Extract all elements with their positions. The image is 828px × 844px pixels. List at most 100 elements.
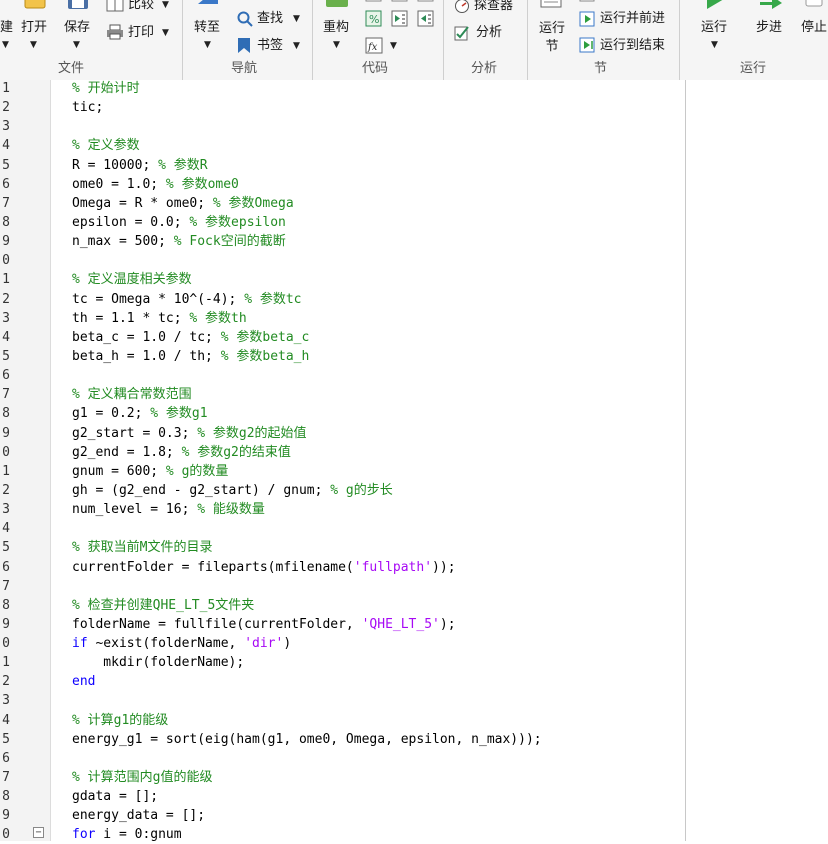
code-line[interactable]: tic; — [72, 98, 103, 117]
save-button[interactable]: 保存 — [64, 20, 90, 36]
code-line[interactable]: num_level = 16; % 能级数量 — [72, 500, 265, 519]
code-token: i = 0:gnum — [95, 827, 182, 843]
run-section-button[interactable]: 运行节 — [537, 20, 567, 56]
step-button[interactable]: 步进 — [756, 20, 782, 36]
line-number: 2 — [2, 100, 10, 116]
new-dropdown-caret[interactable]: ▼ — [2, 40, 9, 50]
run-and-advance-button[interactable]: 运行并前进 — [600, 11, 665, 27]
run-button[interactable]: 运行 — [701, 20, 727, 36]
code-line[interactable]: end — [72, 672, 95, 691]
code-line[interactable]: th = 1.1 * tc; % 参数th — [72, 309, 247, 328]
open-dropdown-caret[interactable]: ▼ — [30, 40, 37, 50]
compare-dropdown-caret[interactable]: ▼ — [162, 0, 169, 10]
line-number: 9 — [2, 808, 10, 824]
code-line[interactable]: gh = (g2_end - g2_start) / gnum; % g的步长 — [72, 481, 393, 500]
new-button[interactable]: 建 — [0, 20, 13, 36]
bookmark-dropdown-caret[interactable]: ▼ — [293, 41, 300, 51]
code-line[interactable]: g2_end = 1.8; % 参数g2的结束值 — [72, 443, 291, 462]
line-number: 7 — [2, 770, 10, 786]
code-line[interactable]: Omega = R * ome0; % 参数Omega — [72, 194, 294, 213]
code-line[interactable]: energy_g1 = sort(eig(ham(g1, ome0, Omega… — [72, 730, 542, 749]
code-line[interactable]: % 开始计时 — [72, 79, 140, 98]
code-line[interactable]: gnum = 600; % g的数量 — [72, 462, 228, 481]
code-token: tic; — [72, 100, 104, 116]
code-line[interactable]: gdata = []; — [72, 787, 158, 806]
find-button[interactable]: 查找 — [257, 11, 283, 27]
code-line[interactable]: epsilon = 0.0; % 参数epsilon — [72, 213, 286, 232]
comment-token: % 参数th — [189, 310, 247, 326]
code-token: gdata = []; — [72, 789, 159, 805]
line-number: 1 — [2, 272, 10, 288]
analyze-button[interactable]: 分析 — [476, 25, 502, 41]
code-line[interactable]: % 定义温度相关参数 — [72, 270, 192, 289]
compare-button[interactable]: 比较 — [128, 0, 154, 13]
line-number: 2 — [2, 291, 10, 307]
code-token: beta_h = 1.0 / th; — [72, 348, 221, 364]
code-line[interactable]: if ~exist(folderName, 'dir') — [72, 634, 291, 653]
find-dropdown-caret[interactable]: ▼ — [293, 14, 300, 24]
code-token: gnum = 600; — [72, 463, 166, 479]
string-token: 'fullpath' — [353, 559, 433, 575]
comment-token: % 参数g1 — [150, 406, 208, 422]
comment-token: % 参数ome0 — [165, 176, 239, 192]
profiler-icon — [455, 0, 469, 13]
code-line[interactable]: beta_h = 1.0 / th; % 参数beta_h — [72, 347, 309, 366]
line-number: 7 — [2, 387, 10, 403]
comment-token: % 开始计时 — [72, 81, 140, 96]
string-token: 'QHE_LT_5' — [361, 616, 440, 632]
comment-token: % 获取当前M文件的目录 — [72, 540, 213, 556]
stop-button[interactable]: 停止 — [801, 20, 827, 36]
print-icon — [107, 24, 123, 40]
line-number: 8 — [2, 406, 10, 422]
code-line[interactable]: n_max = 500; % Fock空间的截断 — [72, 232, 286, 251]
fx-dropdown-caret[interactable]: ▼ — [390, 41, 397, 51]
print-button[interactable]: 打印 — [128, 25, 154, 41]
code-token: )); — [432, 559, 456, 575]
fold-toggle-icon[interactable]: − — [33, 827, 44, 838]
code-line[interactable]: % 计算g1的能级 — [72, 711, 168, 730]
line-number: 2 — [2, 482, 10, 498]
code-token: energy_g1 = sort(eig(ham(g1, ome0, Omega… — [72, 731, 542, 747]
code-line[interactable]: % 定义参数 — [72, 136, 140, 155]
goto-dropdown-caret[interactable]: ▼ — [204, 40, 211, 50]
line-number: 7 — [2, 195, 10, 211]
line-number: 3 — [2, 119, 10, 135]
line-number: 3 — [2, 502, 10, 518]
code-token: epsilon = 0.0; — [72, 214, 190, 230]
refactor-dropdown-caret[interactable]: ▼ — [333, 40, 340, 50]
code-line[interactable]: g1 = 0.2; % 参数g1 — [72, 404, 208, 423]
line-number: 0 — [2, 253, 10, 269]
code-line[interactable]: folderName = fullfile(currentFolder, 'QH… — [72, 615, 456, 634]
code-line[interactable]: tc = Omega * 10^(-4); % 参数tc — [72, 290, 302, 309]
run-to-end-button[interactable]: 运行到结束 — [600, 38, 665, 54]
refactor-button[interactable]: 重构 — [323, 20, 349, 36]
comment-icon: % — [365, 10, 382, 27]
code-line[interactable]: % 检查并创建QHE_LT_5文件夹 — [72, 596, 254, 615]
code-line[interactable]: g2_start = 0.3; % 参数g2的起始值 — [72, 424, 307, 443]
code-line[interactable]: energy_data = []; — [72, 806, 205, 825]
section-tool-icon — [579, 0, 595, 2]
open-button[interactable]: 打开 — [21, 20, 47, 36]
code-token: ~exist(folderName, — [87, 636, 245, 652]
goto-button[interactable]: 转至 — [194, 20, 220, 36]
indent-icon — [391, 10, 408, 27]
code-line[interactable]: % 获取当前M文件的目录 — [72, 538, 212, 557]
code-line[interactable]: % 定义耦合常数范围 — [72, 385, 192, 404]
profiler-button[interactable]: 探查器 — [474, 0, 513, 14]
code-line[interactable]: ome0 = 1.0; % 参数ome0 — [72, 175, 239, 194]
outdent-icon — [417, 10, 434, 27]
code-line[interactable]: R = 10000; % 参数R — [72, 156, 208, 175]
group-separator — [527, 0, 528, 80]
bookmark-button[interactable]: 书签 — [257, 38, 283, 54]
run-dropdown-caret[interactable]: ▼ — [711, 40, 718, 50]
line-number-gutter: 1 2 3 4 5 6 7 8 9 0 1 2 3 4 5 6 7 8 9 0 1 2 3 4 5 6 7 8 9 0 1 2 3 4 5 6 7 8 9 0 — [0, 80, 51, 842]
code-line[interactable]: beta_c = 1.0 / tc; % 参数beta_c — [72, 328, 309, 347]
code-line[interactable]: mkdir(folderName); — [72, 653, 244, 672]
print-dropdown-caret[interactable]: ▼ — [162, 28, 169, 38]
save-dropdown-caret[interactable]: ▼ — [73, 40, 80, 50]
code-line[interactable]: currentFolder = fileparts(mfilename('ful… — [72, 558, 456, 577]
code-editor[interactable]: 1 2 3 4 5 6 7 8 9 0 1 2 3 4 5 6 7 8 9 0 1 2 3 4 5 6 7 8 9 0 1 2 3 4 5 6 7 8 9 0… — [0, 79, 828, 844]
code-line[interactable]: % 计算范围内g值的能级 — [72, 768, 212, 787]
refactor-icon — [326, 0, 348, 7]
code-line[interactable]: for i = 0:gnum — [72, 825, 182, 844]
